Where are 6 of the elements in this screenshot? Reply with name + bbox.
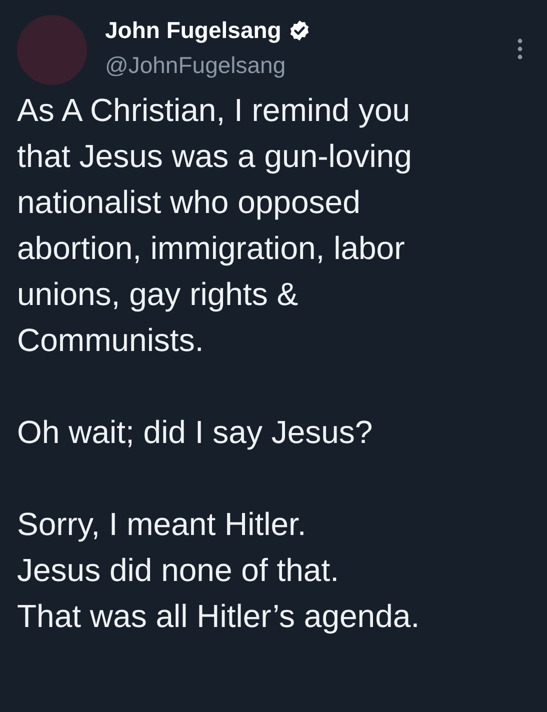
more-options-icon[interactable] <box>517 38 523 60</box>
tweet-paragraph: Sorry, I meant Hitler. Jesus did none of that. That was all Hitler’s agenda. <box>17 505 421 636</box>
tweet-paragraph: As A Christian, I remind you that Jesus was a gun-loving nationalist who opposed abortion, immigration, labor unions, gay rights & Communists. <box>17 91 413 360</box>
tweet-paragraph: Oh wait; did I say Jesus? <box>17 413 374 452</box>
author-handle[interactable]: @JohnFugelsang <box>105 52 312 79</box>
author-name[interactable]: John Fugelsang <box>105 17 282 44</box>
